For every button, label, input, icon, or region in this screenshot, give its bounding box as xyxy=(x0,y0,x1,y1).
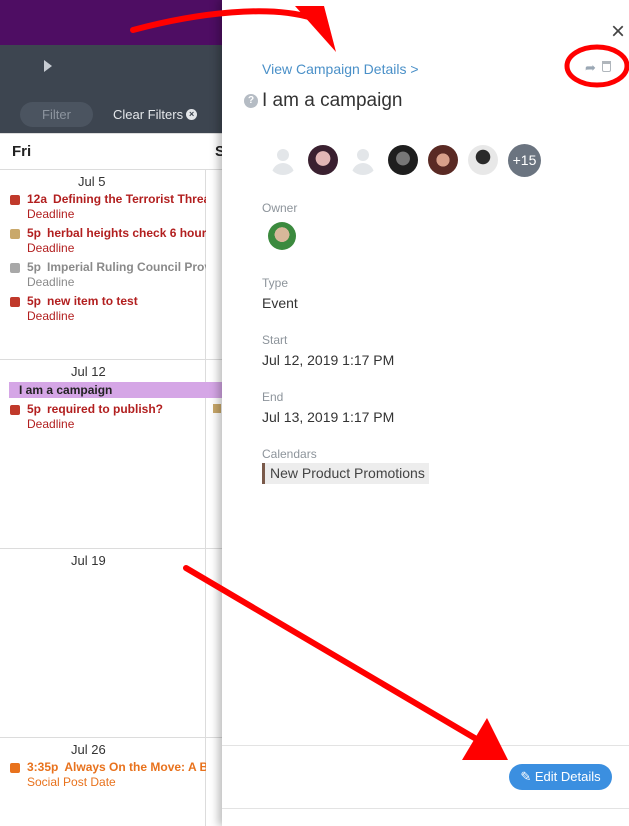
event-type: Deadline xyxy=(27,207,75,221)
event-title: Imperial Ruling Council Provi xyxy=(47,260,206,274)
pencil-icon: ✎ xyxy=(520,769,532,784)
clear-filters-button[interactable]: Clear Filters × xyxy=(113,107,198,122)
calendar-event[interactable]: 5p Imperial Ruling Council Provi Deadlin… xyxy=(10,260,206,290)
date-label: Jul 12 xyxy=(71,364,106,379)
calendar-event[interactable]: 5p new item to test Deadline xyxy=(10,294,206,324)
app-header-bar xyxy=(0,0,222,45)
calendar-chip: New Product Promotions xyxy=(262,463,429,484)
clear-icon: × xyxy=(186,109,198,120)
calendar-event[interactable]: 5p herbal heights check 6 hour t Deadlin… xyxy=(10,226,206,256)
campaign-title: I am a campaign xyxy=(262,90,403,111)
event-type: Deadline xyxy=(27,309,75,323)
facebook-icon xyxy=(10,762,20,773)
event-title: required to publish? xyxy=(47,402,164,416)
date-label: Jul 26 xyxy=(71,742,106,757)
date-label: Jul 19 xyxy=(71,553,106,568)
event-type: Deadline xyxy=(27,275,75,289)
edit-details-button[interactable]: ✎ Edit Details xyxy=(509,764,612,790)
event-time: 5p xyxy=(27,402,42,416)
event-type: Deadline xyxy=(27,241,75,255)
note-icon xyxy=(10,228,20,239)
event-type: Social Post Date xyxy=(27,775,116,789)
end-value: Jul 13, 2019 1:17 PM xyxy=(262,409,395,425)
trash-icon[interactable] xyxy=(602,61,611,72)
calendar-event[interactable]: 12a Defining the Terrorist Threa Deadlin… xyxy=(10,192,206,222)
avatar[interactable] xyxy=(468,145,498,175)
owner-label: Owner xyxy=(262,201,298,215)
close-icon[interactable]: × xyxy=(611,20,629,44)
event-time: 5p xyxy=(27,260,42,274)
event-title: Defining the Terrorist Threa xyxy=(53,192,206,206)
avatar[interactable] xyxy=(308,145,338,175)
expand-arrow-icon[interactable] xyxy=(44,60,52,72)
event-type: Deadline xyxy=(27,417,75,431)
event-time: 5p xyxy=(27,294,42,308)
note-icon xyxy=(213,404,221,413)
day-header-fri: Fri xyxy=(12,143,32,160)
calendars-label: Calendars xyxy=(262,447,317,461)
divider xyxy=(0,133,222,134)
newspaper-icon xyxy=(10,262,20,273)
event-title: new item to test xyxy=(47,294,138,308)
event-time: 12a xyxy=(27,192,48,206)
divider xyxy=(0,548,222,549)
date-label: Jul 5 xyxy=(78,174,106,189)
view-campaign-details-link[interactable]: View Campaign Details > xyxy=(262,61,419,77)
divider xyxy=(0,737,222,738)
owner-avatar[interactable] xyxy=(268,222,296,250)
calendar-event[interactable]: 5p required to publish? Deadline xyxy=(10,402,206,432)
avatar[interactable] xyxy=(388,145,418,175)
event-time: 5p xyxy=(27,226,42,240)
rss-icon xyxy=(10,194,20,205)
end-label: End xyxy=(262,390,284,404)
more-members-badge[interactable]: +15 xyxy=(508,144,541,177)
clear-filters-label: Clear Filters xyxy=(113,107,184,122)
avatar[interactable] xyxy=(268,145,298,175)
event-title: Always On the Move: A Bo xyxy=(64,760,206,774)
divider xyxy=(222,745,629,746)
event-time: 3:35p xyxy=(27,760,59,774)
calendar-item-icon xyxy=(10,404,20,415)
avatar[interactable] xyxy=(348,145,378,175)
edit-details-label: Edit Details xyxy=(534,769,601,784)
avatar[interactable] xyxy=(428,145,458,175)
start-value: Jul 12, 2019 1:17 PM xyxy=(262,352,395,368)
start-label: Start xyxy=(262,333,288,347)
calendar-event[interactable]: 3:35p Always On the Move: A Bo Social Po… xyxy=(10,760,206,790)
type-value: Event xyxy=(262,295,298,311)
type-label: Type xyxy=(262,276,289,290)
event-title: herbal heights check 6 hour t xyxy=(47,226,206,240)
divider xyxy=(222,808,629,809)
campaign-bar[interactable]: I am a campaign xyxy=(9,382,222,398)
divider xyxy=(0,169,222,170)
divider xyxy=(0,359,222,360)
filter-input[interactable]: Filter xyxy=(20,102,93,127)
help-icon[interactable]: ? xyxy=(244,94,258,108)
calendar-item-icon xyxy=(10,296,20,307)
share-icon[interactable]: ➦ xyxy=(585,60,596,76)
